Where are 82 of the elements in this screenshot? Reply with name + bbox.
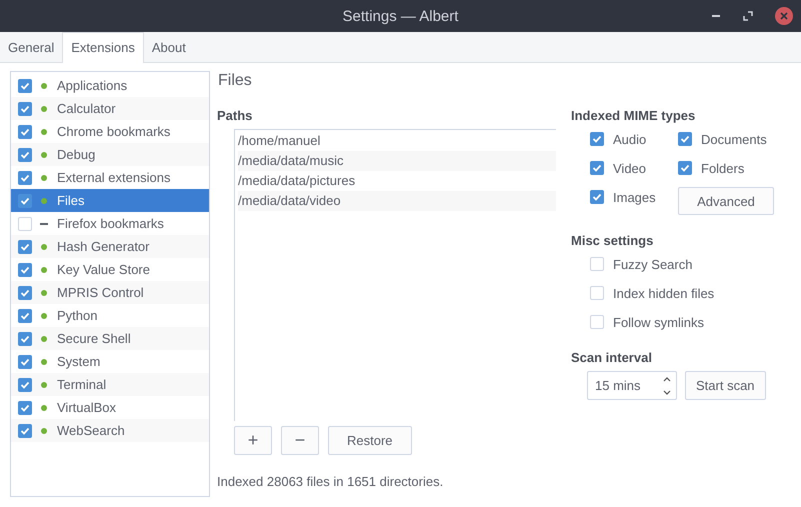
status-text: Indexed 28063 files in 1651 directories. [217,474,444,489]
extension-name: Key Value Store [57,262,150,277]
extension-name: Secure Shell [57,331,131,346]
checkbox-label: Video [613,160,646,176]
checkbox[interactable] [678,132,692,146]
extension-name: Hash Generator [57,239,150,254]
panel-title: Files [218,72,253,91]
checkbox[interactable] [678,161,692,175]
checkbox[interactable] [18,102,32,116]
checkbox[interactable] [18,78,32,92]
extension-item[interactable]: Applications [11,74,209,97]
extension-item[interactable]: Key Value Store [11,258,209,281]
extension-item[interactable]: VirtualBox [11,396,209,419]
interval-spinbox[interactable]: 15 mins [587,371,677,400]
checkbox[interactable] [18,194,32,208]
section-heading: Misc settings [571,233,654,248]
start-scan-button[interactable]: Start scan [685,371,766,400]
checkbox[interactable] [18,148,32,162]
extension-item[interactable]: External extensions [11,166,209,189]
checkbox[interactable] [18,354,32,368]
checkbox[interactable] [18,262,32,276]
checkbox-label: Index hidden files [613,286,714,300]
extension-item[interactable]: Files [11,189,209,212]
checkbox-label: Fuzzy Search [613,256,692,272]
advanced-button[interactable]: Advanced [678,187,774,215]
checkbox[interactable] [18,378,32,392]
extension-name: Applications [57,78,128,93]
path-item[interactable]: /media/data/video [238,191,556,211]
checkbox[interactable] [590,161,604,175]
extension-name: Firefox bookmarks [57,216,164,231]
extension-item[interactable]: MPRIS Control [11,281,209,304]
maximize-icon[interactable] [743,11,753,21]
extension-name: Files [57,193,84,208]
extension-name: System [57,354,100,369]
close-icon[interactable] [775,7,793,25]
checkbox[interactable] [18,170,32,184]
section-heading: Indexed MIME types [571,108,696,123]
extension-item[interactable]: WebSearch [11,419,209,442]
checkbox-label: Follow symlinks [613,314,704,330]
checkbox-label: Audio [613,132,646,146]
extension-name: Python [57,308,98,323]
section-heading: Scan interval [571,350,653,365]
path-button[interactable]: − [281,426,319,455]
extension-name: Chrome bookmarks [57,124,170,139]
checkbox[interactable] [590,190,604,204]
checkbox-label: Images [613,190,656,204]
extension-item[interactable]: Terminal [11,373,209,396]
extension-name: Terminal [57,377,106,392]
extension-item[interactable]: Calculator [11,97,209,120]
extension-name: MPRIS Control [57,285,144,300]
extension-name: WebSearch [57,423,125,438]
extension-name: Debug [57,147,96,162]
extension-item[interactable]: Chrome bookmarks [11,120,209,143]
section-heading: Paths [217,108,254,123]
checkbox[interactable] [18,308,32,322]
path-item[interactable]: /home/manuel [238,131,556,151]
checkbox-label: Documents [701,132,767,146]
path-button[interactable]: Restore [328,426,412,455]
checkbox[interactable] [18,124,32,138]
extension-name: Calculator [57,101,116,116]
extension-item[interactable]: Hash Generator [11,235,209,258]
checkbox[interactable] [18,400,32,414]
tab[interactable]: General [0,34,62,62]
path-item[interactable]: /media/data/music [238,151,556,171]
window-title: Settings — Albert [342,8,458,24]
tab[interactable]: About [144,34,194,62]
checkbox[interactable] [18,240,32,254]
extension-item[interactable]: Debug [11,143,209,166]
extension-item[interactable]: Python [11,304,209,327]
checkbox[interactable] [18,286,32,300]
path-button[interactable]: + [234,426,272,455]
extension-item[interactable]: Secure Shell [11,327,209,350]
checkbox[interactable] [18,332,32,346]
checkbox-label: Folders [701,160,744,176]
tab[interactable]: Extensions [62,32,144,63]
extension-name: External extensions [57,170,170,185]
extension-name: VirtualBox [57,400,116,415]
path-item[interactable]: /media/data/pictures [238,171,556,191]
extension-item[interactable]: System [11,350,209,373]
extension-item[interactable]: Firefox bookmarks [11,212,209,235]
checkbox[interactable] [590,132,604,146]
checkbox[interactable] [18,424,32,438]
